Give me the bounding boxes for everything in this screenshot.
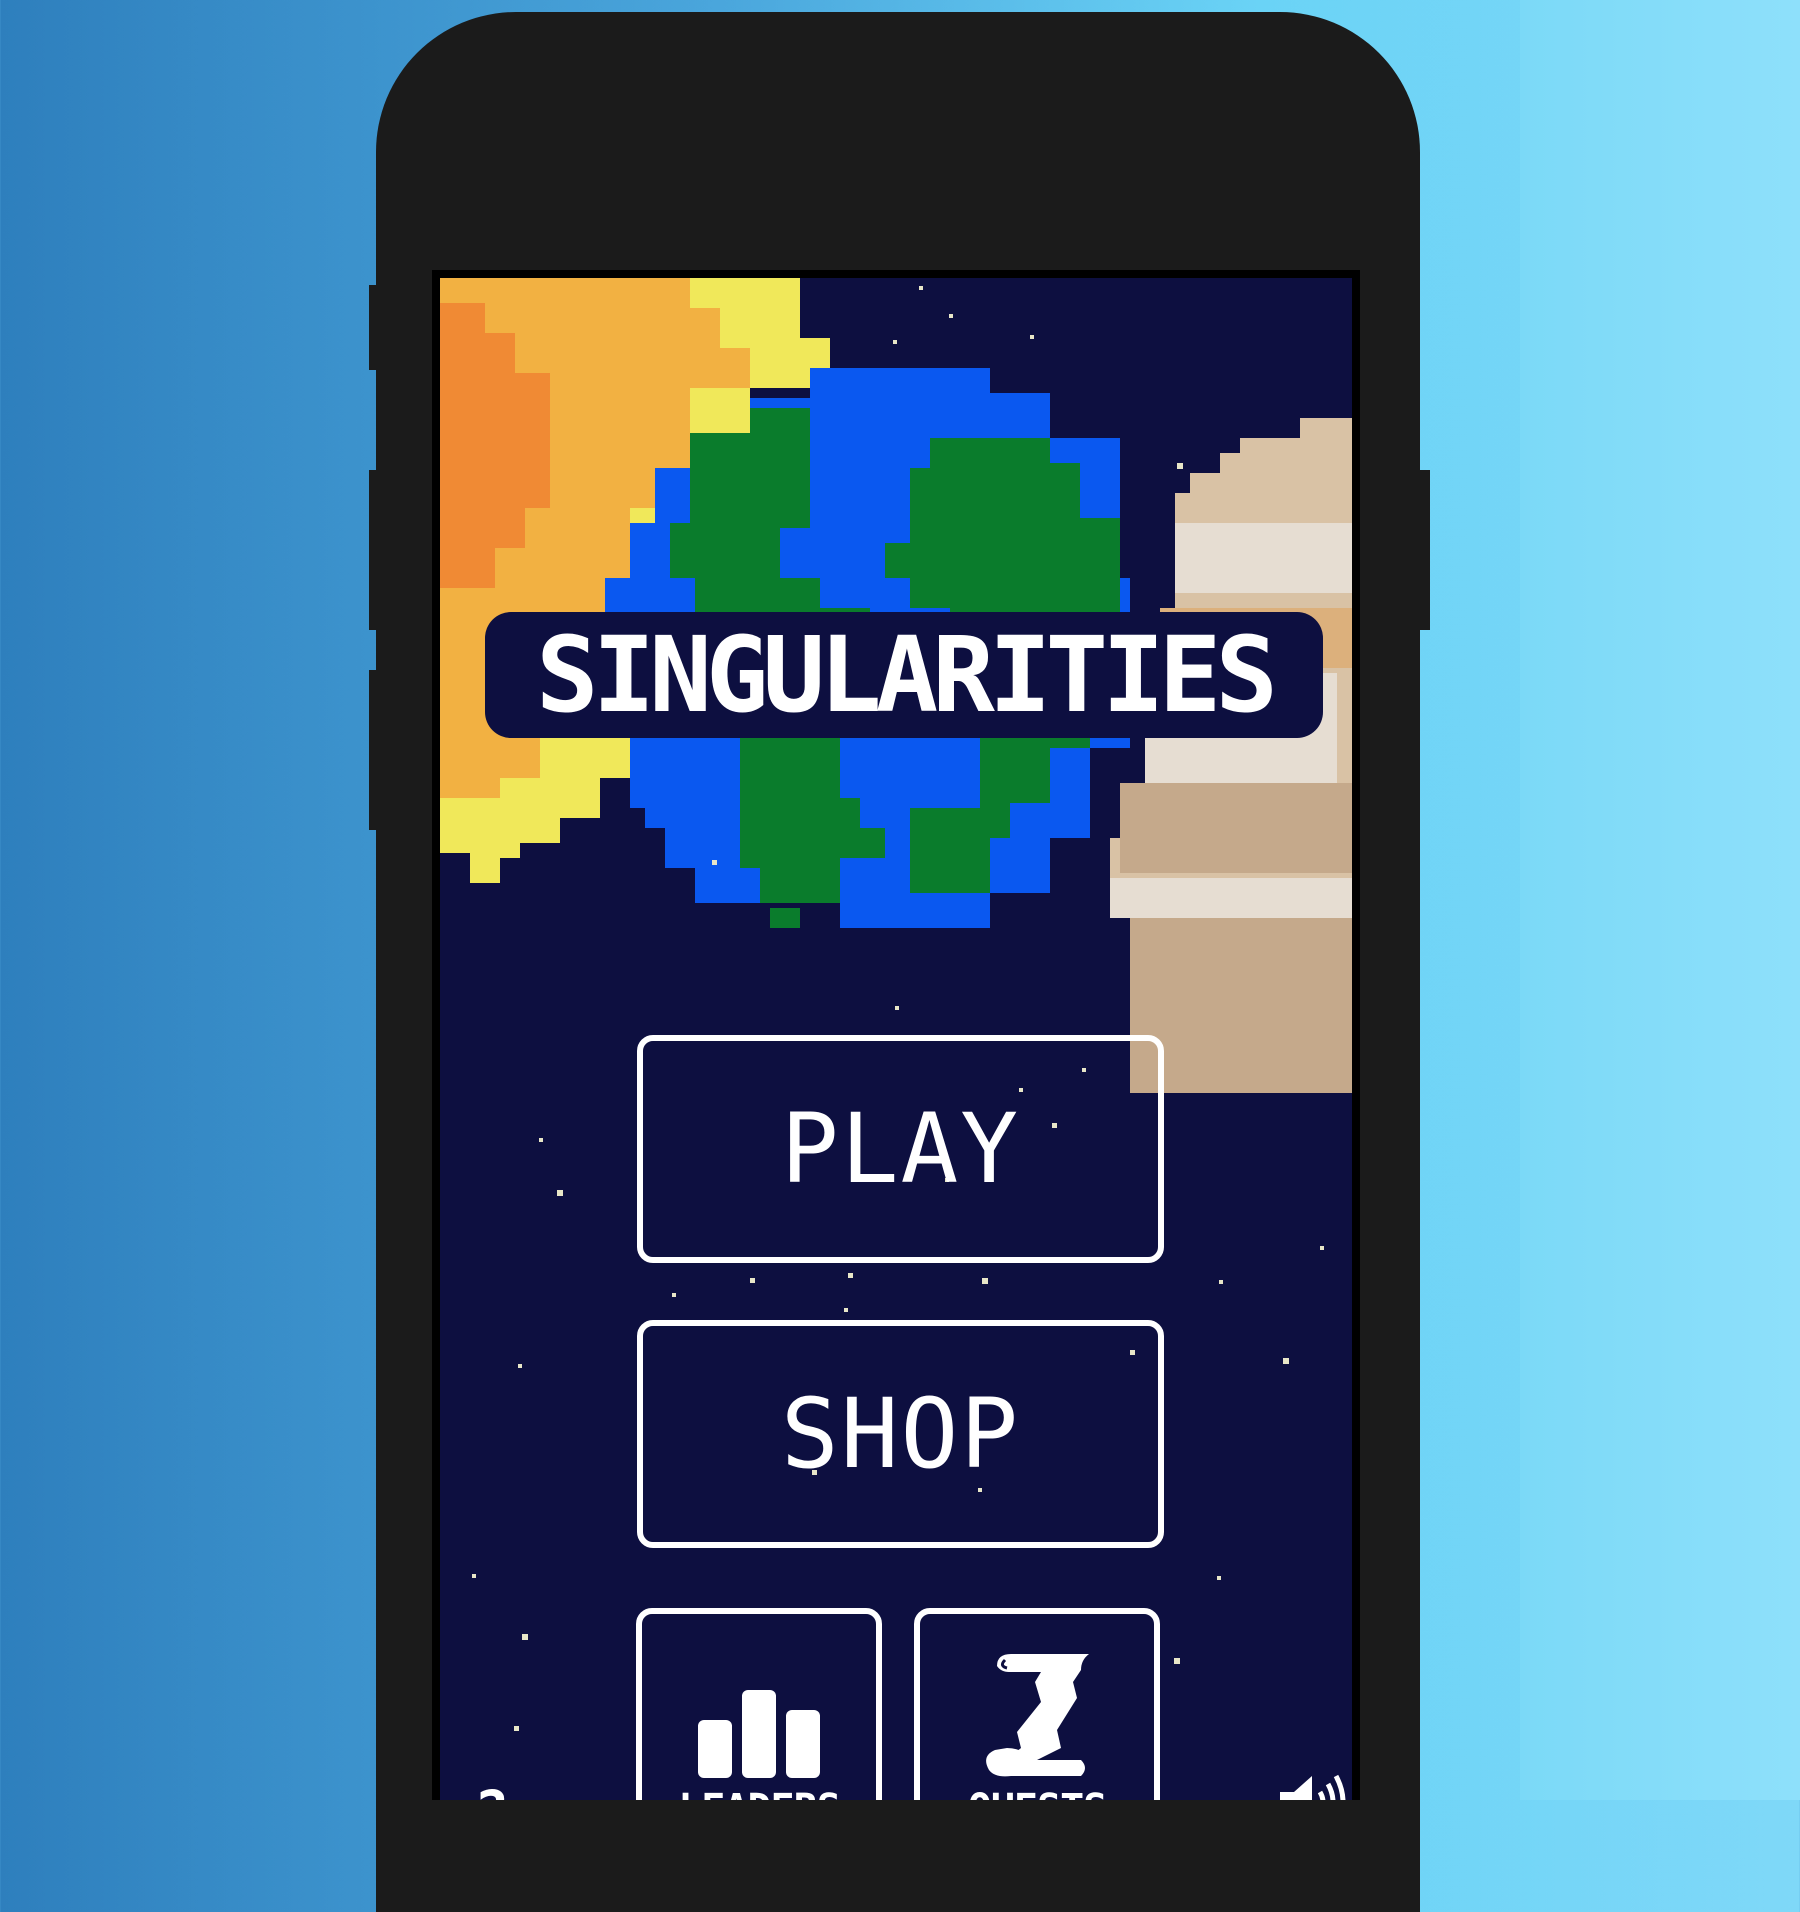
shop-button[interactable]: SHOP [637,1320,1164,1548]
scroll-icon [986,1654,1089,1777]
game-title: SINGULARITIES [536,614,1278,736]
leaders-button[interactable]: LEADERS [636,1608,882,1800]
leaders-button-label: LEADERS [678,1786,841,1800]
quests-button[interactable]: QUESTS [914,1608,1160,1800]
shop-button-label: SHOP [780,1378,1021,1490]
play-button-label: PLAY [780,1093,1021,1205]
background-right-panel [1520,0,1800,1800]
phone-volume-down [369,670,379,830]
help-button[interactable]: ? [474,1778,509,1800]
phone-volume-up [369,470,379,630]
bar-chart-icon [698,1690,820,1778]
phone-silent-switch [369,285,379,370]
quests-button-label: QUESTS [968,1786,1107,1800]
gas-giant-planet-icon [1110,418,1352,1093]
play-button[interactable]: PLAY [637,1035,1164,1263]
game-title-banner: SINGULARITIES [485,612,1323,738]
phone-power-button [1420,470,1430,630]
game-screen: SINGULARITIES PLAY SHOP LEADERS QUESTS ? [432,270,1360,1800]
speaker-icon[interactable] [1278,1772,1350,1800]
